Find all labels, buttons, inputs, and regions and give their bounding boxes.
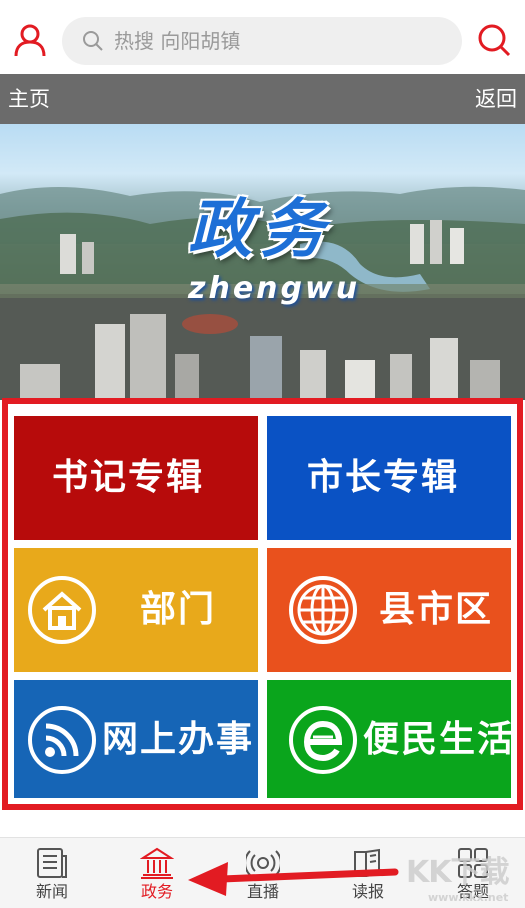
tab-government[interactable]: 政务 (122, 838, 192, 908)
banner-title: 政务 (188, 193, 332, 267)
book-icon (354, 848, 380, 877)
watermark-url: www.kkx.net (428, 891, 509, 904)
broadcast-icon (246, 850, 280, 876)
top-bar: 热搜 向阳胡镇 (0, 0, 525, 74)
tile-counties[interactable]: 县市区 (267, 548, 511, 672)
tile-convenience-life[interactable]: 便民生活 (267, 680, 513, 798)
tab-label: 读报 (351, 882, 384, 901)
tile-label: 市长专辑 (307, 457, 460, 498)
globe-icon (289, 576, 357, 644)
tile-label: 县市区 (379, 589, 494, 630)
tab-news[interactable]: 新闻 (17, 838, 87, 908)
tile-label: 便民生活 (363, 719, 516, 760)
search-icon (83, 31, 103, 51)
watermark-logo: KK下载 www.kkx.net (400, 845, 525, 908)
tab-live[interactable]: 直播 (228, 838, 298, 908)
service-grid: 书记专辑 市长专辑 部门 县市区 网上办事 便民生活 (2, 398, 523, 810)
home-icon (28, 576, 96, 644)
ie-icon (289, 706, 357, 774)
tile-label: 网上办事 (102, 719, 255, 760)
tab-label: 直播 (246, 882, 279, 901)
tab-label: 新闻 (35, 882, 68, 901)
banner-image: 政务 zhengwu (0, 124, 525, 400)
search-button-icon[interactable] (476, 22, 512, 58)
tab-read-paper[interactable]: 读报 (333, 838, 403, 908)
tile-departments[interactable]: 部门 (14, 548, 258, 672)
rss-icon (28, 706, 96, 774)
tile-secretary-album[interactable]: 书记专辑 (14, 416, 258, 540)
tile-label: 书记专辑 (52, 457, 205, 498)
tile-mayor-album[interactable]: 市长专辑 (267, 416, 511, 540)
nav-bar: 主页 返回 (0, 74, 525, 124)
search-input[interactable]: 热搜 向阳胡镇 (62, 17, 462, 65)
government-building-icon (140, 847, 174, 879)
banner-subtitle: zhengwu (188, 271, 361, 306)
tab-label: 政务 (140, 882, 173, 901)
back-button[interactable]: 返回 (475, 84, 517, 114)
watermark-main: KK下载 (406, 855, 509, 890)
user-icon[interactable] (12, 22, 48, 58)
home-link[interactable]: 主页 (8, 84, 50, 114)
search-placeholder: 热搜 向阳胡镇 (114, 29, 241, 53)
tile-online-services[interactable]: 网上办事 (14, 680, 258, 798)
newspaper-icon (37, 848, 67, 878)
tile-label: 部门 (140, 589, 217, 630)
